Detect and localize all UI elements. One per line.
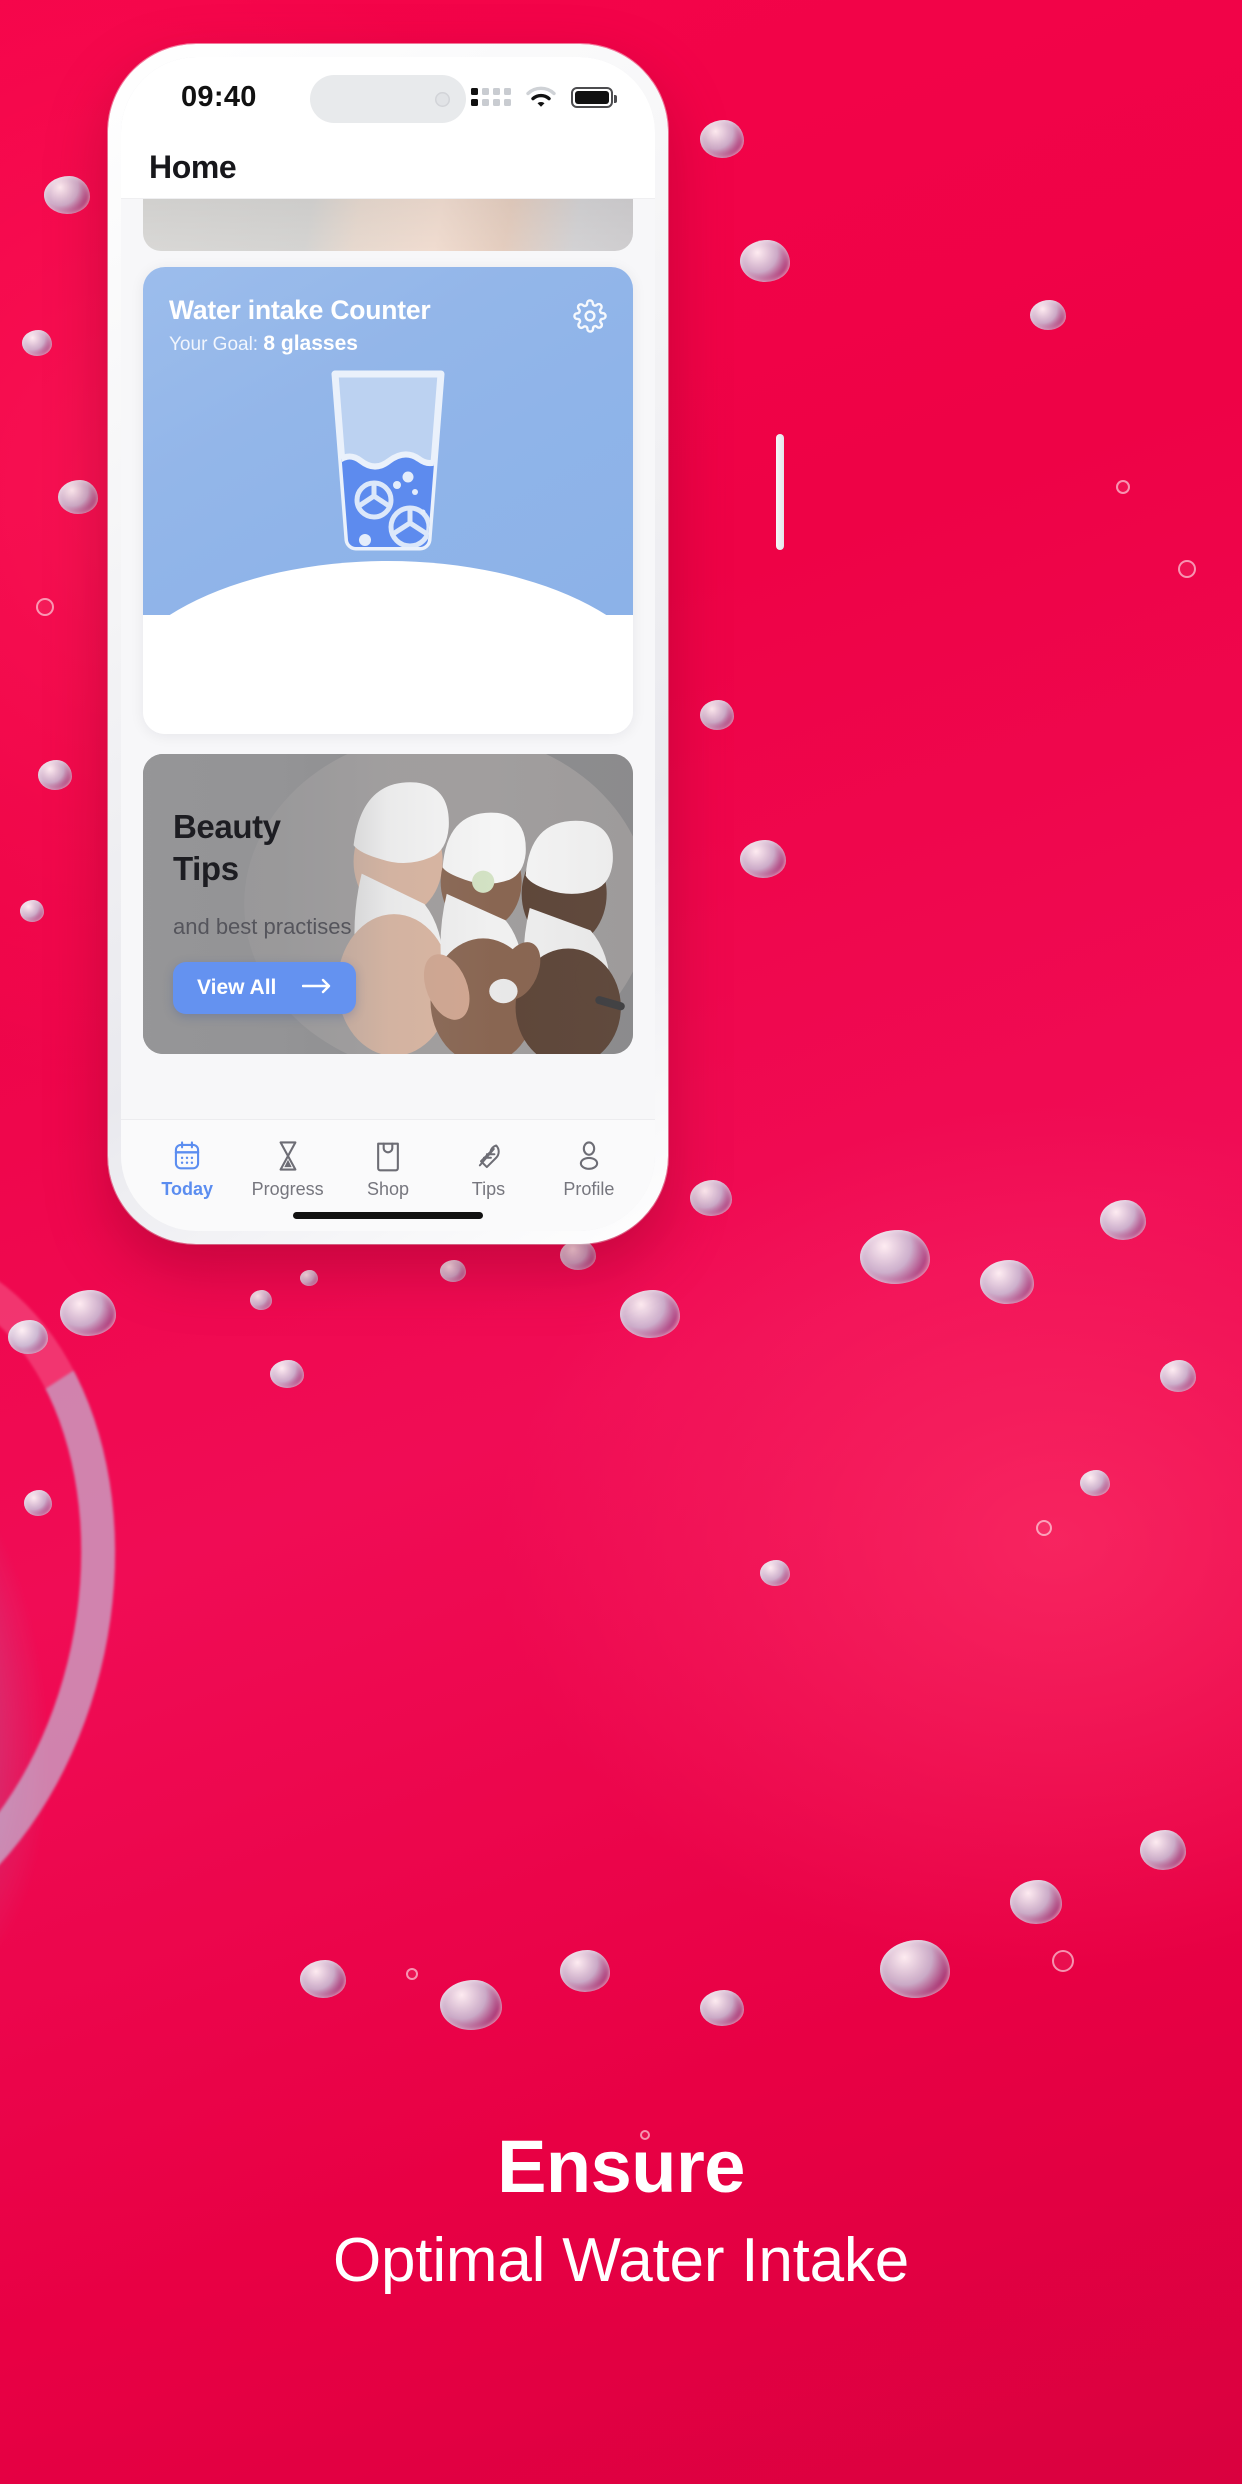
status-bar: 09:40 bbox=[121, 57, 655, 137]
water-glass-icon bbox=[169, 362, 607, 556]
water-goal-value: 8 glasses bbox=[263, 332, 358, 355]
status-icons bbox=[471, 86, 617, 108]
beauty-subtitle: and best practises bbox=[173, 914, 352, 940]
status-clock: 09:40 bbox=[181, 80, 257, 113]
promo-headline: Ensure bbox=[497, 2125, 745, 2208]
navigation-bar: Home bbox=[121, 137, 655, 199]
dynamic-island bbox=[310, 75, 466, 123]
tab-shop-label: Shop bbox=[366, 1178, 410, 1199]
home-indicator[interactable] bbox=[293, 1212, 483, 1219]
shopping-bag-icon bbox=[374, 1138, 402, 1172]
view-all-label: View All bbox=[197, 976, 277, 999]
tab-progress-label: Progress bbox=[251, 1178, 324, 1199]
phone-screen: 09:40 Home Water intake Counter Your Goa… bbox=[121, 57, 655, 1231]
tab-today-label: Today bbox=[161, 1178, 214, 1199]
partial-card-above[interactable] bbox=[143, 199, 633, 251]
water-card-title: Water intake Counter bbox=[169, 295, 431, 325]
beauty-title-line2: Tips bbox=[173, 850, 239, 888]
calendar-icon bbox=[172, 1138, 202, 1172]
water-goal-row: Your Goal: 8 glasses bbox=[169, 332, 431, 356]
water-intake-card[interactable]: Water intake Counter Your Goal: 8 glasse… bbox=[143, 267, 633, 734]
beauty-title-line1: Beauty bbox=[173, 808, 281, 845]
person-icon bbox=[576, 1138, 602, 1172]
phone-frame: 09:40 Home Water intake Counter Your Goa… bbox=[108, 44, 784, 1244]
front-camera-icon bbox=[435, 91, 450, 107]
water-card-header: Water intake Counter Your Goal: 8 glasse… bbox=[143, 267, 633, 711]
promo-text: Ensure Optimal Water Intake bbox=[0, 2130, 1242, 2292]
tab-progress[interactable]: Progress bbox=[237, 1138, 337, 1200]
tab-tips[interactable]: Tips bbox=[438, 1138, 538, 1200]
hourglass-icon bbox=[275, 1138, 301, 1172]
beauty-tips-card[interactable]: Beauty Tips and best practises View All bbox=[143, 754, 633, 1054]
page-title: Home bbox=[149, 149, 237, 185]
promo-subheadline: Optimal Water Intake bbox=[332, 2226, 909, 2295]
feather-icon bbox=[474, 1138, 502, 1172]
tab-today[interactable]: Today bbox=[137, 1138, 237, 1200]
water-goal-label: Your Goal: bbox=[169, 334, 259, 355]
beauty-card-text: Beauty Tips and best practises bbox=[173, 806, 352, 940]
arrow-right-icon bbox=[302, 976, 332, 1000]
signal-dots-icon bbox=[471, 88, 511, 106]
power-button[interactable] bbox=[776, 434, 784, 550]
wifi-icon bbox=[526, 86, 556, 108]
tab-tips-label: Tips bbox=[471, 1178, 506, 1199]
tab-profile[interactable]: Profile bbox=[539, 1138, 639, 1200]
view-all-button[interactable]: View All bbox=[173, 962, 357, 1014]
battery-icon bbox=[571, 86, 617, 108]
water-card-caption: Water intake bbox=[331, 566, 445, 588]
scroll-content[interactable]: Water intake Counter Your Goal: 8 glasse… bbox=[121, 199, 655, 1231]
gear-icon[interactable] bbox=[573, 299, 607, 333]
tab-shop[interactable]: Shop bbox=[338, 1138, 438, 1200]
tab-profile-label: Profile bbox=[563, 1178, 615, 1199]
